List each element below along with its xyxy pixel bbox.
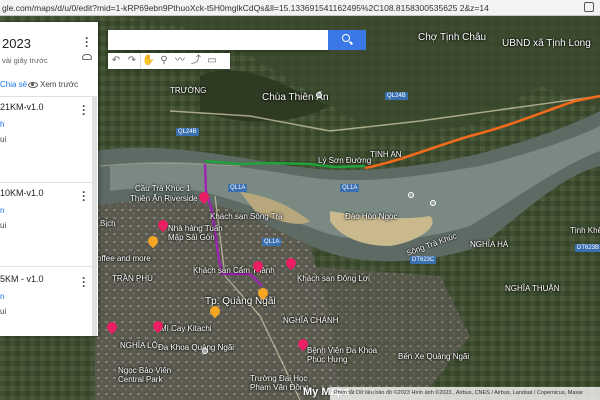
divider	[0, 266, 92, 267]
cloud-saved-icon	[82, 54, 92, 60]
map-options-icon[interactable]: · · ·	[85, 32, 89, 52]
hand-icon[interactable]: ✋	[140, 53, 156, 69]
map-label-cho-tinh-chau: Chợ Tịnh Châu	[418, 32, 487, 43]
map-poi-dot[interactable]	[408, 192, 414, 198]
search-input[interactable]	[108, 30, 328, 50]
map-label-tinh-khe: Tịnh Khê	[570, 226, 600, 235]
road-shield-ql24b-west: QL24B	[176, 128, 199, 136]
road-shield-dt623c: DT623C	[410, 256, 437, 264]
layer-style-text[interactable]: ui	[0, 135, 92, 144]
eye-icon	[28, 81, 38, 88]
map-label-mi-cay-kitachi: Mì Cay Kitachi	[160, 324, 212, 333]
layer-item[interactable]: 10KM-v1.0 n ui	[0, 188, 92, 230]
map-label-khach-san-song-tra: Khách sạn Sông Trà	[210, 212, 283, 221]
layer-name[interactable]: 10KM-v1.0	[0, 188, 92, 198]
layer-link[interactable]: n	[0, 292, 92, 301]
map-poi-dot[interactable]	[316, 92, 322, 98]
map-label-nghia-chanh: NGHĨA CHÁNH	[283, 316, 339, 325]
map-label-ben-xe-quang-ngai: Bến Xe Quảng Ngãi	[398, 352, 470, 361]
preview-button[interactable]: Xem trước	[28, 80, 78, 89]
redo-icon[interactable]: ↷	[124, 53, 140, 69]
map-toolbar: ↶ ↷ ✋ ⚲ 〰 ⤴ ▭	[108, 53, 230, 69]
layer-style-text[interactable]: ui	[0, 307, 92, 316]
road-shield-ql1a-mid: QL1A	[262, 238, 282, 246]
layer-link[interactable]: n	[0, 206, 92, 215]
map-label-truong-dai-hoc: Trường Đại Học Phạm Văn Đồng	[250, 374, 309, 392]
layers-panel: 2023 · · · vài giây trước Chia sẻ Xem trướ…	[0, 22, 98, 336]
map-label-thien-an-riverside: Thiên Ấn Riverside	[130, 194, 198, 203]
layer-style-text[interactable]: ui	[0, 221, 92, 230]
map-poi-dot[interactable]	[202, 348, 208, 354]
route-icon[interactable]: ⤴	[188, 53, 204, 69]
map-label-nghia-lo: NGHĨA LỘ	[120, 341, 158, 350]
ruler-icon[interactable]: ▭	[204, 53, 220, 69]
layer-link[interactable]: h	[0, 120, 92, 129]
saved-status: vài giây trước	[2, 56, 48, 65]
road-shield-ql24b-north: QL24B	[385, 92, 408, 100]
map-label-benh-vien-phuc-hung: Bệnh Viện Đa Khoa Phúc Hưng	[307, 346, 378, 364]
map-label-nghia-ha: NGHĨA HÀ	[470, 240, 509, 249]
divider	[0, 182, 92, 183]
map-label-nha-hang-tuan: Nhà hàng Tuấn	[168, 224, 223, 233]
road-shield-ql1a-north: QL1A	[228, 184, 248, 192]
map-label-tran-phu: TRẦN PHÚ	[112, 274, 153, 283]
layer-name[interactable]: 21KM-v1.0	[0, 102, 92, 112]
map-title[interactable]: 2023	[2, 36, 31, 51]
line-icon[interactable]: 〰	[172, 53, 188, 69]
map-label-ubnd-tinh-long: UBND xã Tịnh Long	[502, 38, 591, 49]
map-attribution: Phím tắt Dữ liệu bản đồ ©2023 Hình ảnh ©…	[330, 387, 600, 400]
map-label-cau-tra-khuc: Cầu Trà Khúc 1	[135, 184, 191, 193]
map-label-coffee: offee and more	[97, 254, 151, 263]
search-icon	[342, 34, 350, 42]
divider	[0, 96, 92, 97]
map-label-ly-son: Lý Sơn Đường	[318, 156, 372, 165]
map-label-truong: TRƯỜNG	[170, 86, 207, 95]
map-label-dao-hon-ngoc: Đảo Hòn Ngọc	[345, 212, 398, 221]
map-label-tinh-an: TỊNH AN	[370, 150, 402, 159]
map-label-ngoc-bao-vien: Ngọc Bảo Viên Central Park	[118, 366, 172, 384]
search-button[interactable]	[328, 30, 366, 50]
layer-name[interactable]: 5KM - v1.0	[0, 274, 92, 284]
layer-item[interactable]: 21KM-v1.0 h ui	[0, 102, 92, 144]
browser-url-bar[interactable]: gle.com/maps/d/u/0/edit?mid=1-kRP69ebn9P…	[0, 0, 600, 16]
undo-icon[interactable]: ↶	[108, 53, 124, 69]
map-label-nghia-thuan: NGHĨA THUẬN	[505, 284, 560, 293]
layer-options-icon[interactable]: · · ·	[82, 100, 86, 120]
map-poi-dot[interactable]	[430, 200, 436, 206]
share-button[interactable]: Chia sẻ	[0, 80, 27, 89]
layer-item[interactable]: 5KM - v1.0 n ui	[0, 274, 92, 316]
road-shield-ql1a-east: QL1A	[340, 184, 360, 192]
map-label-bich: Bịch	[100, 219, 116, 228]
layer-options-icon[interactable]: · · ·	[82, 186, 86, 206]
map-label-da-khoa: Đa Khoa Quảng Ngãi	[158, 343, 235, 352]
panel-scrollbar[interactable]	[92, 96, 97, 336]
preview-label: Xem trước	[40, 80, 79, 89]
road-shield-dt623b: DT623B	[575, 244, 600, 252]
map-label-khach-san-dong-loi: Khách sạn Đông Lợi	[297, 274, 370, 283]
url-text: gle.com/maps/d/u/0/edit?mid=1-kRP69ebn9P…	[2, 3, 489, 13]
share-page-icon[interactable]	[584, 2, 594, 12]
map-label-map-sai-gon: Mập Sài Gòn	[168, 233, 215, 242]
marker-icon[interactable]: ⚲	[156, 53, 172, 69]
layer-options-icon[interactable]: · · ·	[82, 272, 86, 292]
